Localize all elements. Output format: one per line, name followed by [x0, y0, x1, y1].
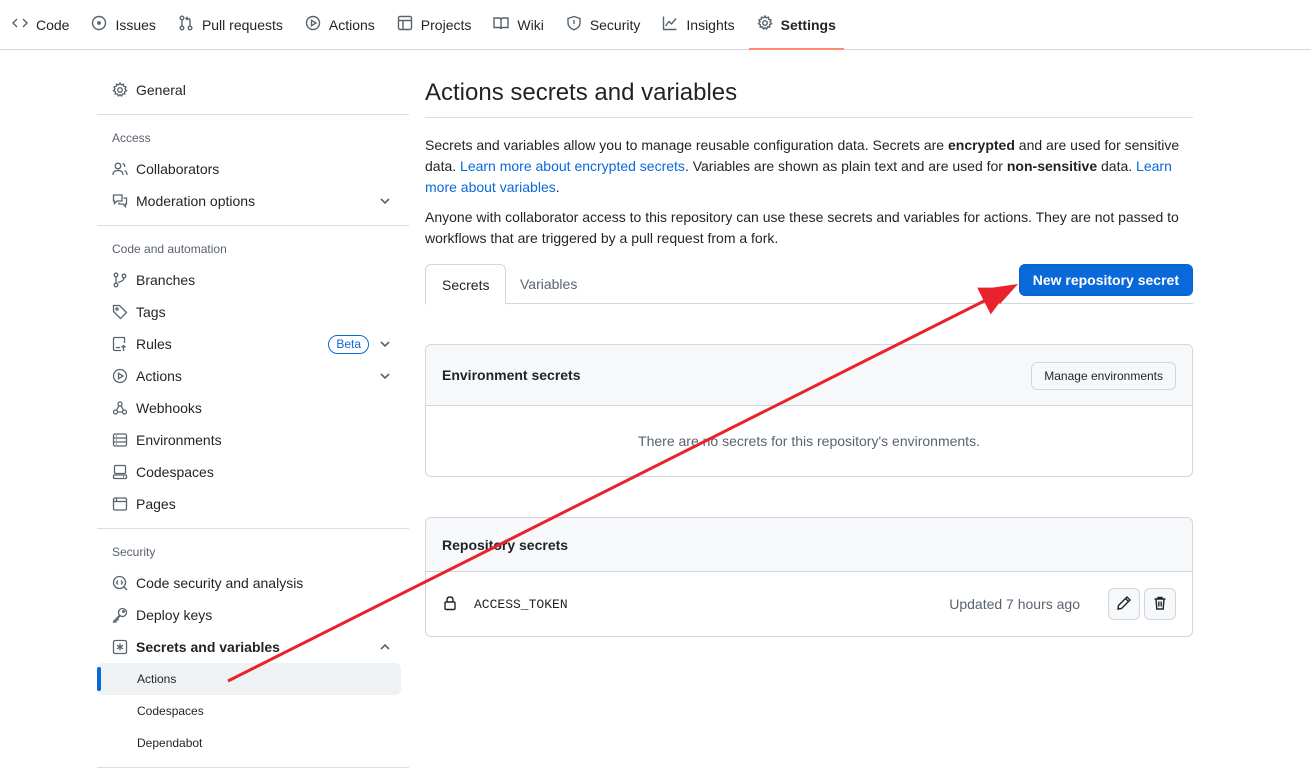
git-pull-request-icon	[178, 15, 194, 34]
sidebar-item-moderation-options[interactable]: Moderation options	[97, 185, 409, 217]
sidebar-subitem-dependabot[interactable]: Dependabot	[97, 727, 409, 759]
divider	[97, 225, 409, 226]
tab-insights[interactable]: Insights	[654, 0, 742, 49]
repository-secrets-header: Repository secrets	[426, 518, 1192, 572]
codescan-icon	[112, 575, 128, 591]
sidebar-item-webhooks[interactable]: Webhooks	[97, 392, 409, 424]
sidebar-item-branches[interactable]: Branches	[97, 264, 409, 296]
beta-badge: Beta	[328, 335, 369, 354]
sidebar-heading-code-automation: Code and automation	[112, 242, 227, 256]
secret-name: ACCESS_TOKEN	[474, 596, 568, 612]
tab-variables[interactable]: Variables	[504, 264, 593, 304]
codespaces-icon	[112, 464, 128, 480]
key-asterisk-icon	[112, 639, 128, 655]
sidebar-heading-access: Access	[112, 131, 151, 145]
tab-actions[interactable]: Actions	[297, 0, 383, 49]
sidebar-item-environments[interactable]: Environments	[97, 424, 409, 456]
browser-icon	[112, 496, 128, 512]
sidebar-heading-security: Security	[112, 545, 156, 559]
pencil-icon	[1116, 595, 1132, 614]
tab-code[interactable]: Code	[4, 0, 77, 49]
divider	[97, 114, 409, 115]
table-icon	[397, 15, 413, 34]
tab-pull-requests[interactable]: Pull requests	[170, 0, 291, 49]
tab-settings[interactable]: Settings	[748, 0, 845, 50]
lock-icon	[442, 595, 458, 614]
divider	[97, 528, 409, 529]
comment-discussion-icon	[112, 193, 128, 209]
chevron-down-icon[interactable]	[377, 193, 393, 209]
chevron-up-icon[interactable]	[377, 639, 393, 655]
webhook-icon	[112, 400, 128, 416]
graph-icon	[662, 15, 678, 34]
book-icon	[493, 15, 510, 34]
people-icon	[112, 161, 128, 177]
description-paragraph: Secrets and variables allow you to manag…	[425, 137, 1180, 195]
sidebar-item-pages[interactable]: Pages	[97, 488, 409, 520]
chevron-down-icon[interactable]	[377, 336, 393, 352]
secret-updated: Updated 7 hours ago	[949, 596, 1080, 612]
table-row: ACCESS_TOKEN Updated 7 hours ago	[426, 572, 1192, 636]
server-icon	[112, 432, 128, 448]
new-repository-secret-button[interactable]: New repository secret	[1018, 264, 1193, 296]
repository-secrets-box: Repository secrets ACCESS_TOKEN Updated …	[425, 517, 1193, 637]
main-content: Actions secrets and variables Secrets an…	[425, 70, 1193, 637]
sidebar-item-actions[interactable]: Actions	[97, 360, 409, 392]
chevron-down-icon[interactable]	[377, 368, 393, 384]
tab-projects[interactable]: Projects	[389, 0, 480, 49]
sidebar-item-code-security[interactable]: Code security and analysis	[97, 567, 409, 599]
environment-secrets-header: Environment secrets Manage environments	[426, 345, 1192, 406]
sidebar-item-deploy-keys[interactable]: Deploy keys	[97, 599, 409, 631]
issue-opened-icon	[91, 15, 107, 34]
settings-sidebar: General Access Collaborators Moderation …	[97, 70, 409, 770]
sidebar-item-secrets-variables[interactable]: Secrets and variables	[97, 631, 409, 663]
git-branch-icon	[112, 272, 128, 288]
tag-icon	[112, 304, 128, 320]
tab-secrets[interactable]: Secrets	[425, 264, 507, 305]
divider	[97, 767, 409, 768]
play-icon	[112, 368, 128, 384]
sidebar-item-codespaces[interactable]: Codespaces	[97, 456, 409, 488]
learn-more-secrets-link[interactable]: Learn more about encrypted secrets	[460, 158, 685, 174]
sidebar-item-tags[interactable]: Tags	[97, 296, 409, 328]
environment-secrets-empty: There are no secrets for this repository…	[638, 433, 980, 449]
play-icon	[305, 15, 321, 34]
access-note: Anyone with collaborator access to this …	[425, 209, 1179, 246]
page-title: Actions secrets and variables	[425, 70, 1193, 118]
gear-icon	[112, 82, 128, 98]
sidebar-item-general[interactable]: General	[97, 74, 409, 106]
key-icon	[112, 607, 128, 623]
tab-issues[interactable]: Issues	[83, 0, 163, 49]
tab-security[interactable]: Security	[558, 0, 649, 49]
tab-wiki[interactable]: Wiki	[485, 0, 551, 49]
repo-nav: Code Issues Pull requests Actions Projec…	[0, 0, 1311, 50]
shield-icon	[566, 15, 582, 34]
sidebar-subitem-codespaces[interactable]: Codespaces	[97, 695, 409, 727]
secrets-variables-tabs: Secrets Variables New repository secret	[425, 264, 1193, 305]
code-icon	[12, 15, 28, 34]
gear-icon	[757, 14, 773, 34]
sidebar-item-collaborators[interactable]: Collaborators	[97, 153, 409, 185]
manage-environments-button[interactable]: Manage environments	[1031, 362, 1176, 390]
environment-secrets-box: Environment secrets Manage environments …	[425, 344, 1193, 477]
trash-icon	[1152, 595, 1168, 614]
sidebar-item-rules[interactable]: Rules Beta	[97, 328, 409, 360]
repo-push-icon	[112, 336, 128, 352]
delete-secret-button[interactable]	[1144, 588, 1176, 620]
sidebar-subitem-actions[interactable]: Actions	[97, 663, 401, 695]
edit-secret-button[interactable]	[1108, 588, 1140, 620]
